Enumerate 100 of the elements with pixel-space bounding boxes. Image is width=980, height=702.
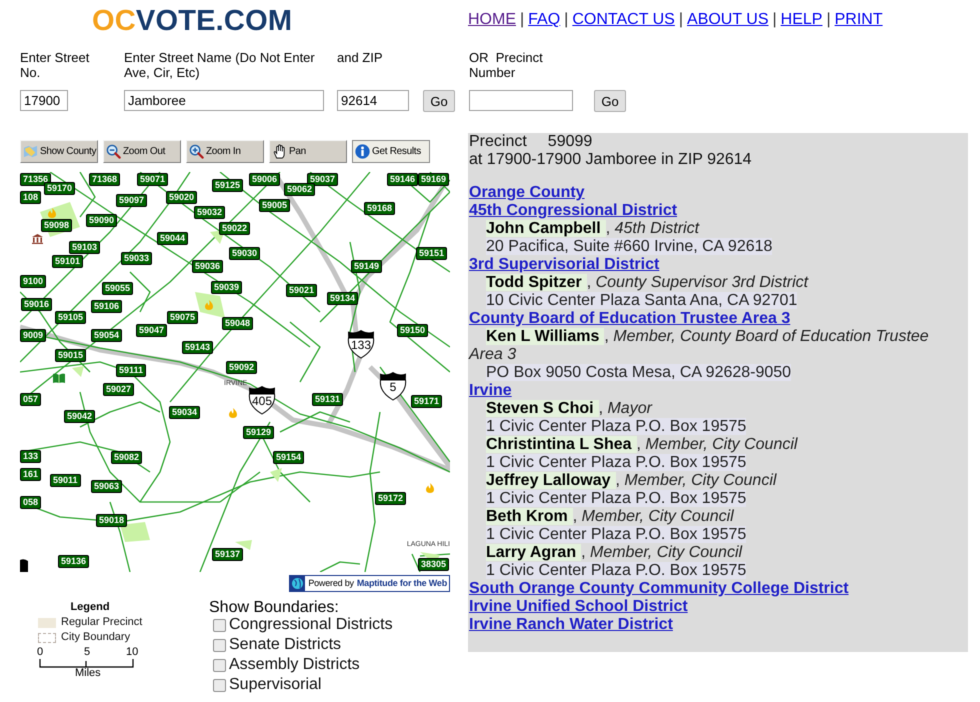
precinct-label: 59137 [212,548,244,561]
nav-link[interactable]: CONTACT US [572,11,675,29]
precinct-label: 59169 [418,173,450,186]
precinct-label: 59105 [55,311,86,324]
precinct-label: 59037 [307,173,338,186]
precinct-label: 59111 [116,364,146,377]
checkbox-label[interactable]: Senate Districts [229,636,342,654]
checkbox-label[interactable]: Assembly Districts [229,656,360,674]
checkbox[interactable] [213,678,226,692]
site-logo[interactable]: OCVOTE.COM [92,4,292,38]
official-line: Todd Spitzer , County Supervisor 3rd District [485,274,808,292]
flame-icon [425,483,435,493]
official-address: PO Box 9050 Costa Mesa, CA 92628-9050 [486,364,792,381]
precinct-label: 59048 [222,317,254,330]
map-icon [23,144,38,159]
scale-tick-label: 10 [126,645,138,660]
precinct-label: 59021 [286,284,318,297]
district-link[interactable]: County Board of Education Trustee Area 3 [469,310,790,327]
precinct-label: 59146 [387,173,418,186]
precinct-label: 59098 [41,219,72,232]
highway-shield: 133 [347,329,375,359]
district-link[interactable]: South Orange County Community College District [469,580,849,597]
checkbox[interactable] [213,618,226,632]
precinct-label: 59054 [91,329,122,342]
globe-icon [290,576,306,591]
precinct-label: 59131 [312,393,344,406]
nav-link[interactable]: FAQ [528,11,560,29]
precinct-label: 057 [20,393,42,406]
tool-button[interactable]: Pan [269,140,347,163]
official-address: 1 Civic Center Plaza P.O. Box 19575 [486,454,746,471]
precinct-label: 59016 [21,298,52,311]
precinct-label: 59136 [58,555,90,568]
checkbox-label[interactable]: Congressional Districts [229,616,393,634]
official-address: 1 Civic Center Plaza P.O. Box 19575 [486,490,746,507]
street-name-field[interactable]: Jamboree [124,90,324,111]
district-link[interactable]: 3rd Supervisorial District [469,256,660,273]
precinct-label: 59071 [137,173,168,186]
official-address: 1 Civic Center Plaza P.O. Box 19575 [486,418,746,435]
precinct-label: 59033 [121,252,152,265]
district-link[interactable]: Irvine Unified School District [469,598,688,615]
precinct-label: 59044 [157,232,188,245]
location-text: at 17900-17900 Jamboree in ZIP 92614 [469,151,752,168]
official-address: 1 Civic Center Plaza P.O. Box 19575 [486,562,746,579]
district-link[interactable]: Orange County [469,184,585,201]
nav-divider: | [826,11,831,29]
official-line: Steven S Choi , Mayor [485,400,652,418]
precinct-label: 59063 [91,480,122,493]
nav-link[interactable]: HOME [468,11,516,29]
district-link[interactable]: Irvine Ranch Water District [469,616,673,633]
precinct-label: 59090 [86,214,118,227]
checkbox[interactable] [213,638,226,652]
go-button[interactable]: Go [594,90,626,112]
checkbox[interactable] [213,658,226,672]
precinct-label: 59171 [411,395,442,408]
official-line: Larry Agran , Member, City Council [485,544,742,562]
field-label: and ZIP [337,50,383,65]
precinct-label: 59034 [169,406,200,419]
flame-icon [204,300,214,310]
official-line: Jeffrey Lalloway , Member, City Council [485,472,776,490]
precinct-label: 59062 [284,183,316,196]
nav-link[interactable]: PRINT [834,11,883,29]
tool-button[interactable]: Show County [20,140,98,163]
precinct-label: 59125 [212,179,244,192]
powered-by-link[interactable]: Powered by Maptitude for the Web [289,575,450,592]
precinct-label: 59022 [219,222,250,235]
precinct-label: 133 [20,450,42,463]
precinct-label: 59036 [192,260,224,273]
precinct-label: 59015 [55,349,86,362]
official-address: 10 Civic Center Plaza Santa Ana, CA 92701 [486,292,798,309]
district-link[interactable]: 45th Congressional District [469,202,678,219]
legend-swatch [38,618,56,628]
zoom-in-icon [189,144,204,159]
street-number-field[interactable]: 17900 [20,90,68,111]
tool-button[interactable]: Zoom In [186,140,264,163]
official-line: Beth Krom , Member, City Council [485,508,734,526]
nav-divider: | [678,11,684,29]
precinct-label: 161 [20,468,42,481]
highway-shield: 5 [379,371,407,401]
precinct-number-field[interactable] [469,90,573,111]
precinct-label: 59011 [50,474,81,487]
precinct-label: 59103 [69,241,100,254]
precinct-label: 9100 [20,275,46,288]
precinct-label: 59055 [102,282,134,295]
precinct-number: 59099 [548,133,592,151]
columned-building-icon [32,234,43,244]
nav-link[interactable]: HELP [780,11,822,29]
nav-divider: | [520,11,524,29]
nav-link[interactable]: ABOUT US [687,11,769,29]
zip-field[interactable]: 92614 [337,90,409,111]
scale-unit-label: Miles [75,666,101,681]
precinct-label: 59092 [226,361,258,374]
precinct-label: 058 [20,496,42,509]
park-area [72,366,84,377]
go-button[interactable]: Go [423,90,455,112]
tool-button[interactable]: Zoom Out [103,140,181,163]
precinct-label: 59020 [166,191,198,204]
district-link[interactable]: Irvine [469,382,512,399]
tool-button[interactable]: Get Results [352,140,430,163]
precinct-label: 59005 [259,199,290,212]
checkbox-label[interactable]: Supervisorial [229,676,322,694]
